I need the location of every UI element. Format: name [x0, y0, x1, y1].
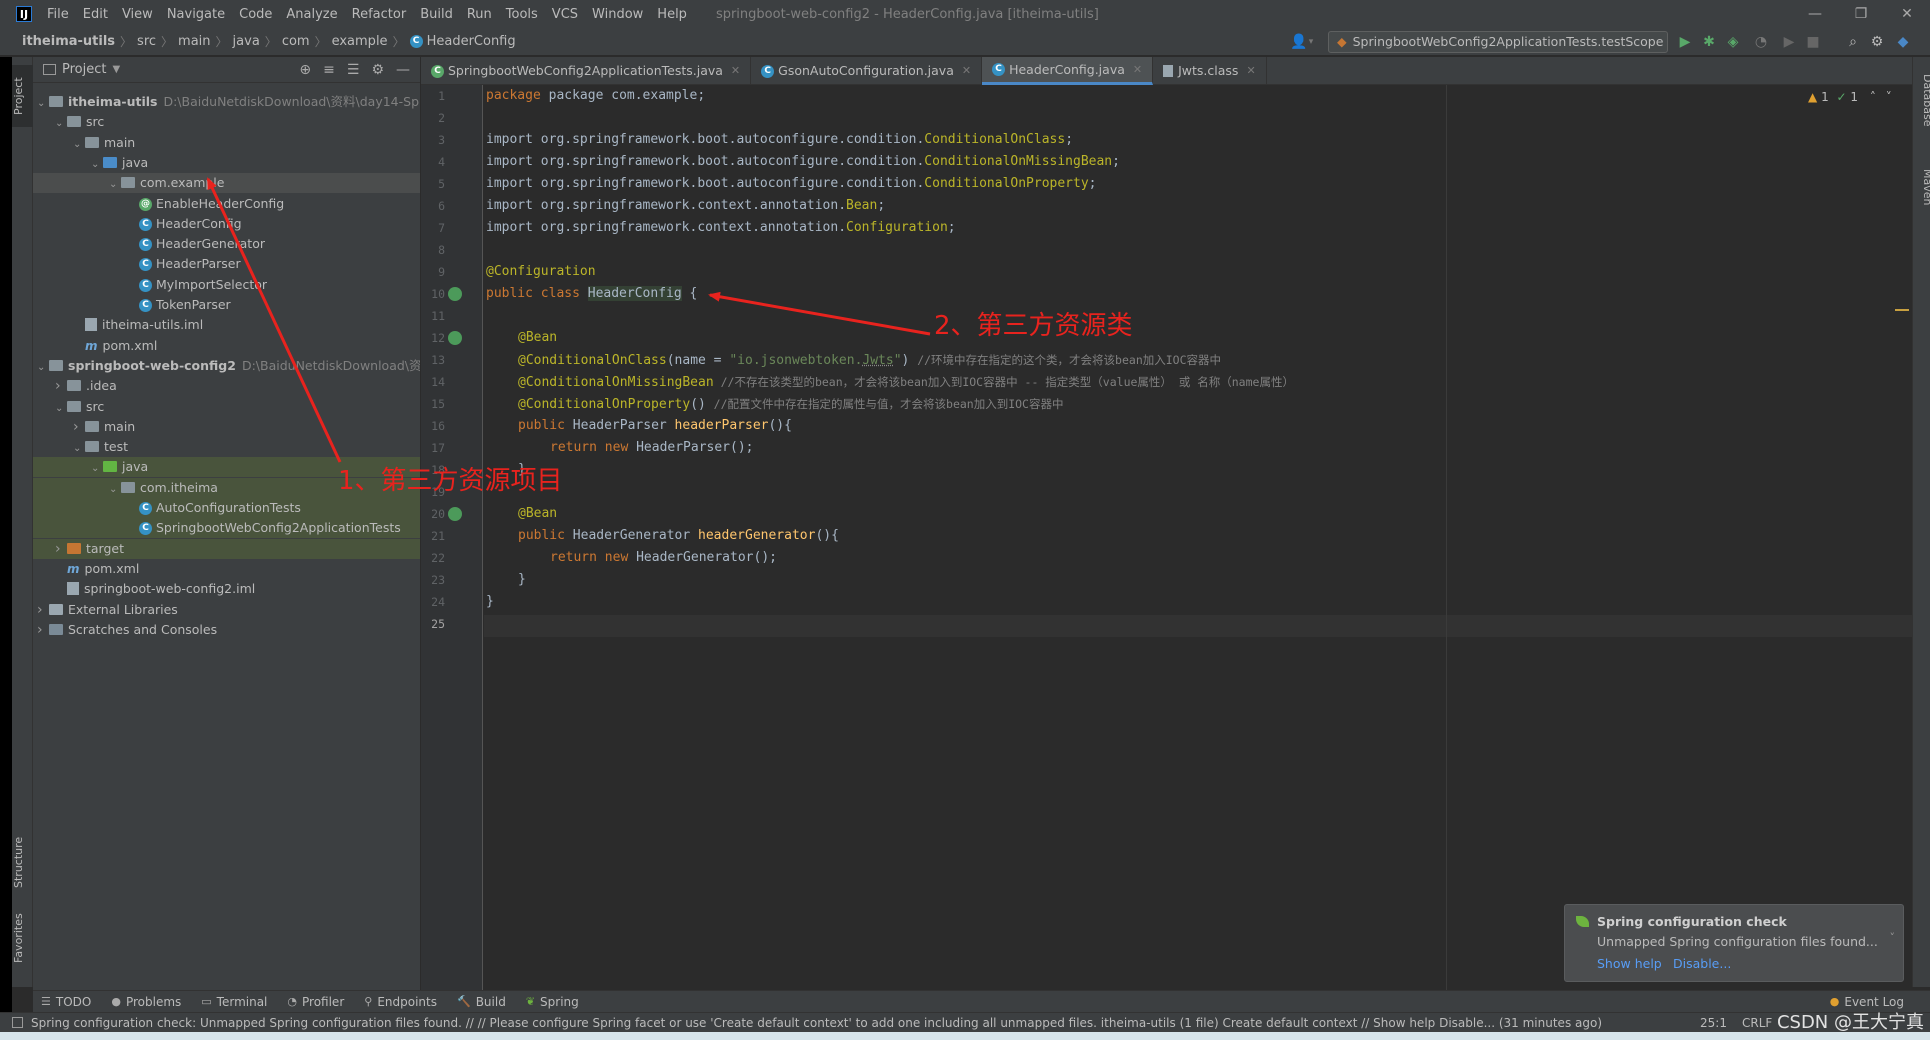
annotation-arrow-1 — [206, 177, 342, 463]
annotation-arrow-2 — [708, 291, 931, 336]
annotation-label-third-party-project: 1、第三方资源项目 — [338, 466, 563, 496]
annotation-label-third-party-class: 2、第三方资源类 — [934, 311, 1133, 341]
csdn-watermark: CSDN @王大宁真 — [1776, 1012, 1924, 1033]
annotation-overlay — [206, 177, 931, 463]
